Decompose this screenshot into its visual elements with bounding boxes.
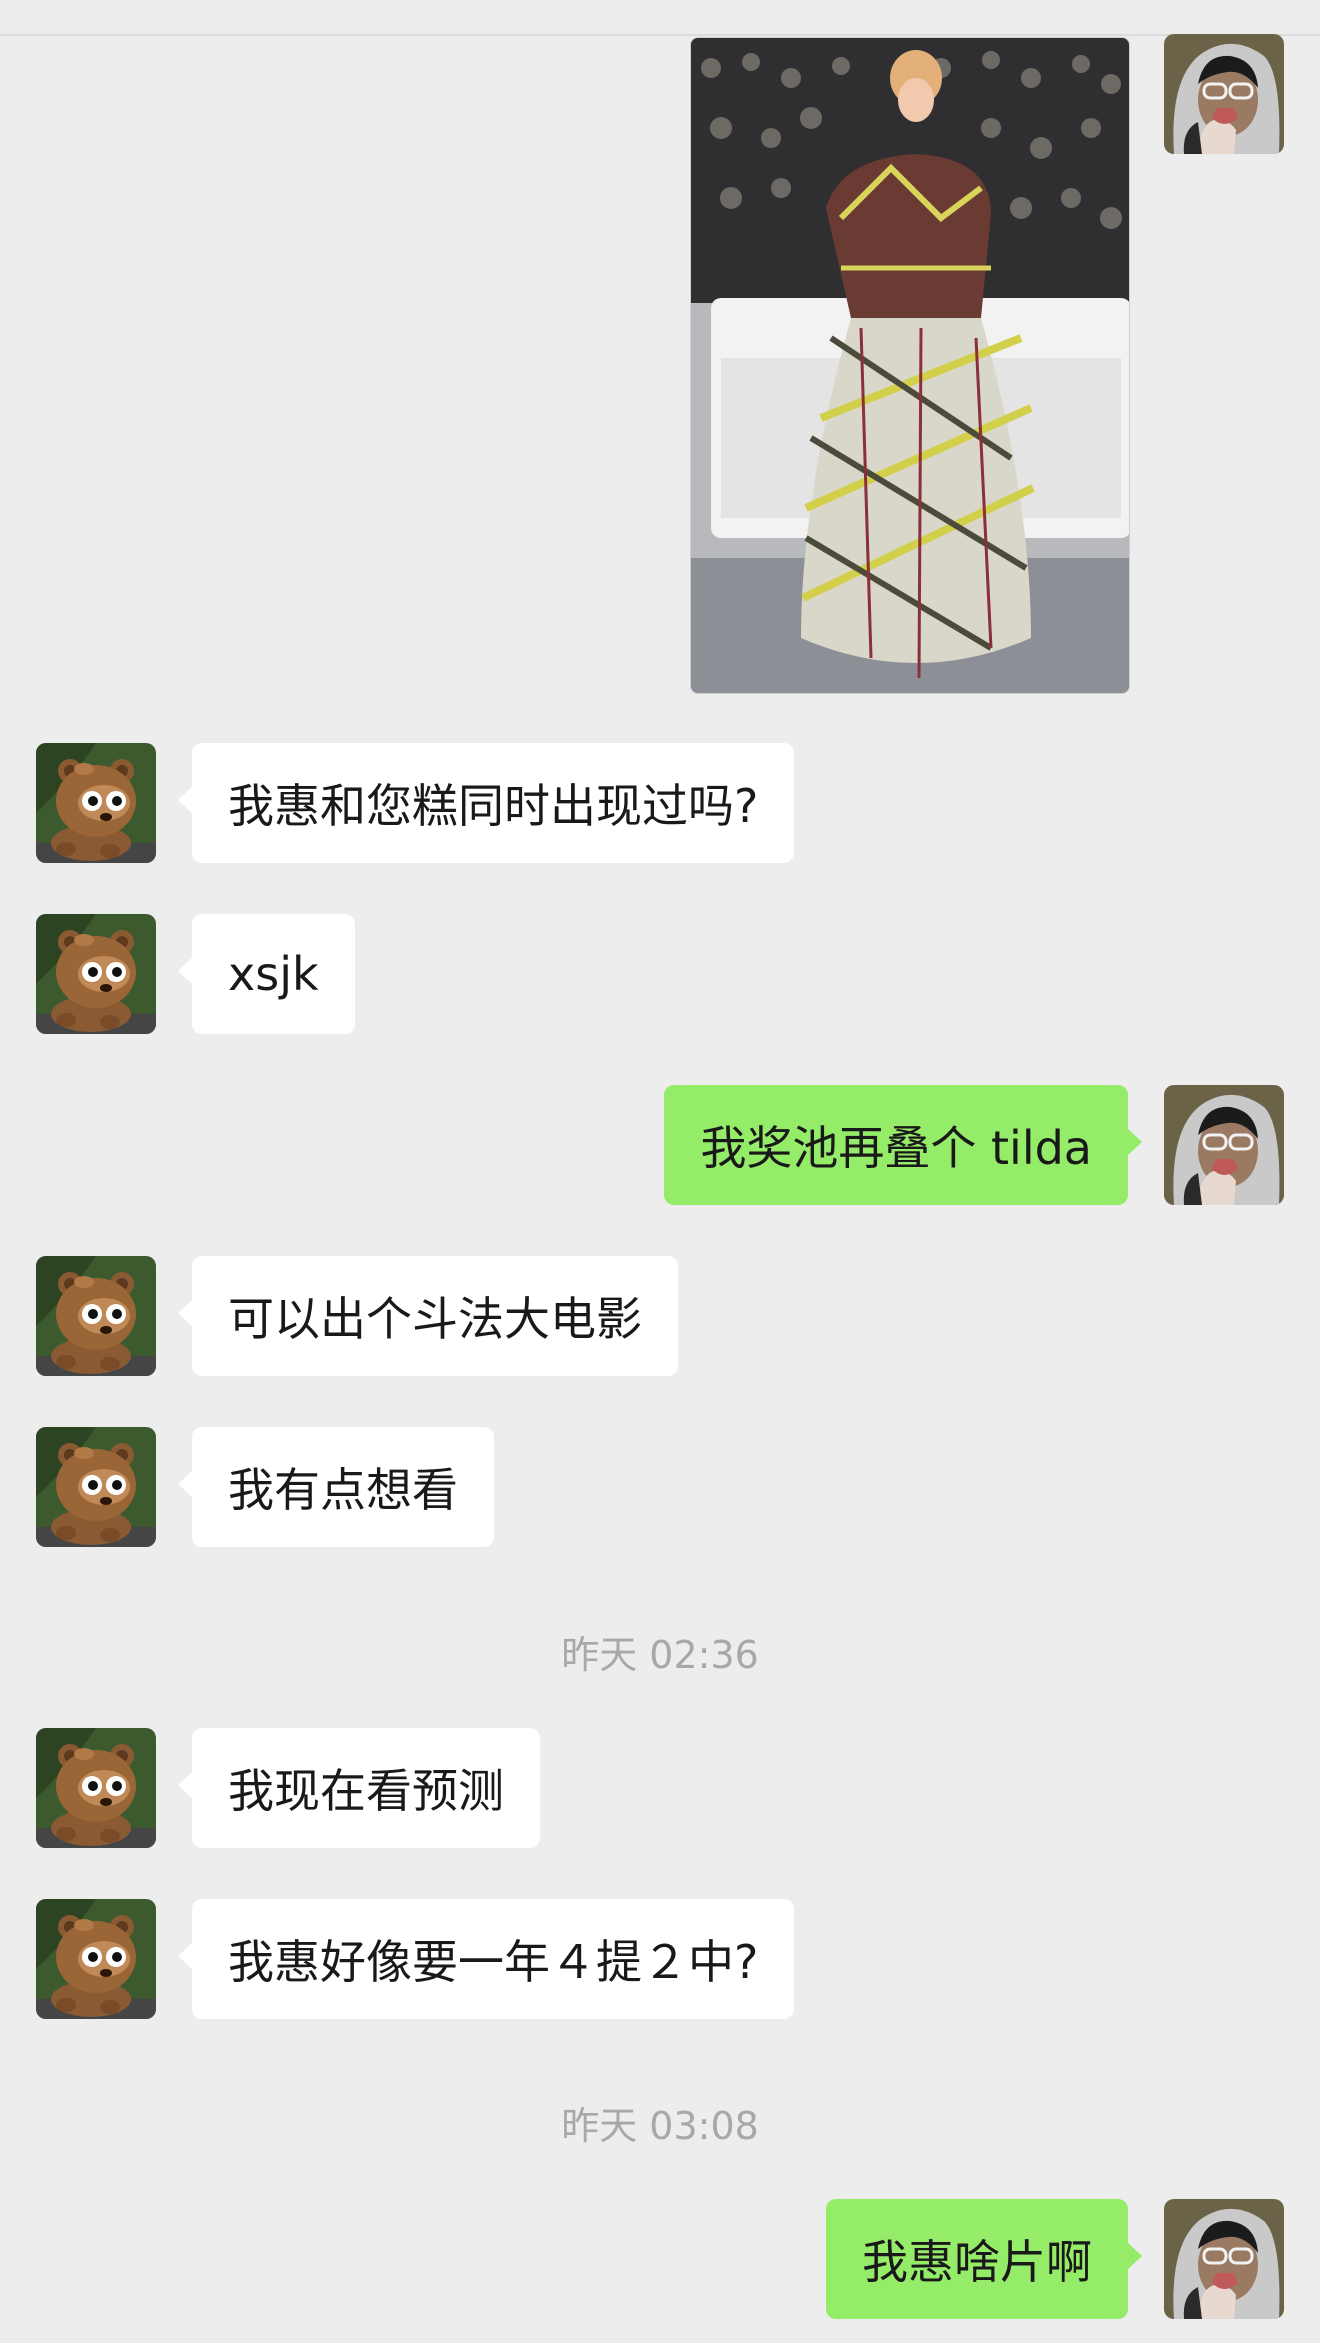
message-bubble-outgoing[interactable]: 我奖池再叠个 tilda: [664, 1085, 1142, 1205]
bear-avatar-icon: [36, 1728, 156, 1848]
contact-avatar[interactable]: [36, 1899, 156, 2019]
top-divider: [0, 34, 1320, 36]
my-avatar[interactable]: [1164, 2199, 1284, 2319]
my-avatar[interactable]: [1164, 1085, 1284, 1205]
my-avatar[interactable]: [1164, 34, 1284, 154]
contact-avatar[interactable]: [36, 743, 156, 863]
chat-timestamp: 昨天 03:08: [561, 2104, 759, 2148]
hooded-person-avatar-icon: [1164, 1085, 1284, 1205]
message-text: 我奖池再叠个 tilda: [700, 1121, 1092, 1175]
photo-content: [691, 38, 1129, 693]
message-bubble-incoming[interactable]: 可以出个斗法大电影: [178, 1256, 678, 1376]
message-bubble-incoming[interactable]: 我惠好像要一年４提２中?: [177, 1899, 795, 2019]
hooded-person-avatar-icon: [1164, 34, 1284, 154]
bear-avatar-icon: [36, 1899, 156, 2019]
message-text: 我有点想看: [228, 1463, 458, 1517]
contact-avatar[interactable]: [36, 914, 156, 1034]
message-text: 可以出个斗法大电影: [228, 1292, 642, 1346]
bear-avatar-icon: [36, 914, 156, 1034]
message-text: 我惠和您糕同时出现过吗?: [228, 779, 759, 833]
message-bubble-incoming[interactable]: 我惠和您糕同时出现过吗?: [177, 743, 795, 863]
hooded-person-avatar-icon: [1164, 2199, 1284, 2319]
chat-timestamp: 昨天 02:36: [561, 1633, 759, 1677]
contact-avatar[interactable]: [36, 1427, 156, 1547]
contact-avatar[interactable]: [36, 1728, 156, 1848]
message-bubble-incoming[interactable]: 我现在看预测: [178, 1728, 540, 1848]
bear-avatar-icon: [36, 743, 156, 863]
message-bubble-incoming[interactable]: xsjk: [178, 914, 355, 1034]
message-bubble-incoming[interactable]: 我有点想看: [178, 1427, 494, 1547]
contact-avatar[interactable]: [36, 1256, 156, 1376]
bear-avatar-icon: [36, 1256, 156, 1376]
message-text: 我惠啥片啊: [862, 2235, 1092, 2289]
message-text: xsjk: [228, 947, 319, 1001]
bear-avatar-icon: [36, 1427, 156, 1547]
message-text: 我现在看预测: [228, 1764, 504, 1818]
message-text: 我惠好像要一年４提２中?: [228, 1935, 759, 1989]
shared-photo[interactable]: [690, 37, 1130, 694]
message-bubble-outgoing[interactable]: 我惠啥片啊: [826, 2199, 1142, 2319]
